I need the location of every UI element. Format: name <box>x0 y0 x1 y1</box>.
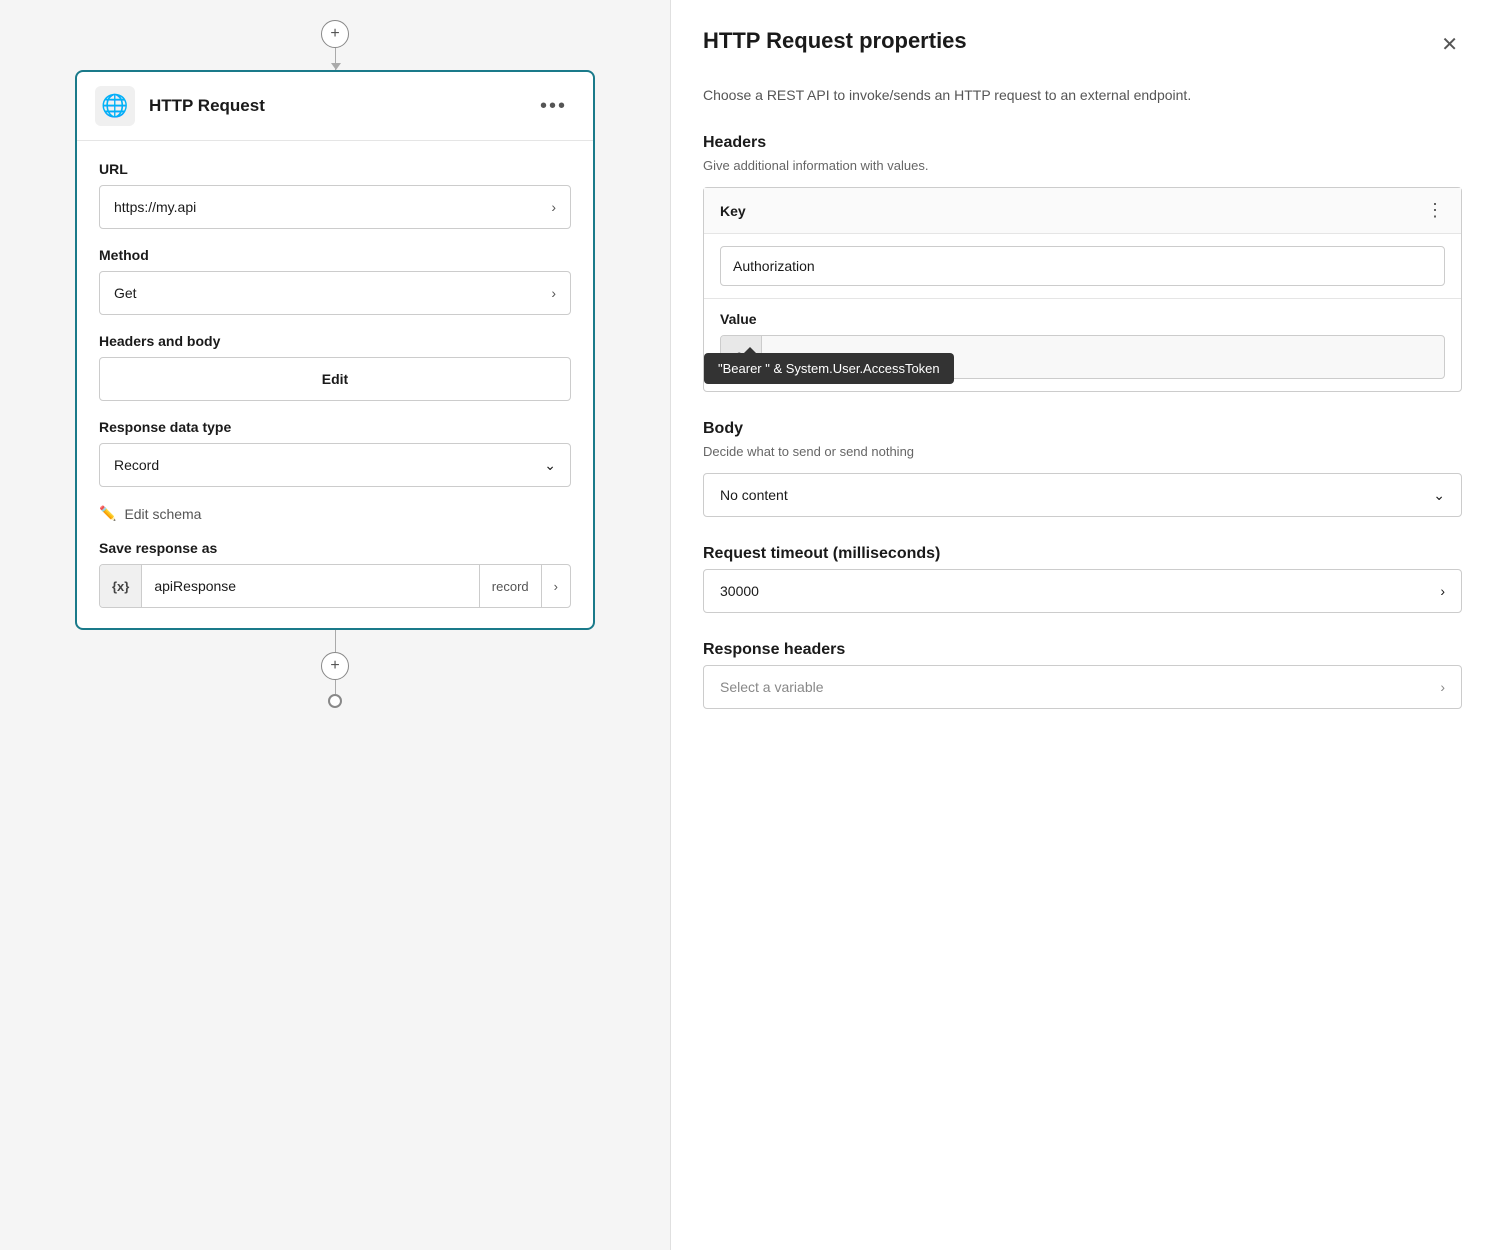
card-title: HTTP Request <box>149 96 518 116</box>
response-headers-section: Response headers Select a variable › <box>703 641 1462 709</box>
headers-table: Key ⋮ Value fx "Bearer " & System.User.A… <box>703 187 1462 392</box>
edit-schema-link[interactable]: ✏️ Edit schema <box>99 505 571 522</box>
save-response-group: Save response as {x} apiResponse record … <box>99 540 571 608</box>
timeout-chevron-icon: › <box>1440 583 1445 599</box>
panel-title: HTTP Request properties <box>703 28 967 54</box>
response-type-value: Record <box>114 457 159 473</box>
fx-tooltip: "Bearer " & System.User.AccessToken <box>704 353 954 384</box>
end-circle <box>328 694 342 708</box>
edit-schema-label: Edit schema <box>124 506 201 522</box>
headers-section-desc: Give additional information with values. <box>703 158 1462 173</box>
body-section: Body Decide what to send or send nothing… <box>703 420 1462 517</box>
url-value: https://my.api <box>114 199 196 215</box>
save-response-label: Save response as <box>99 540 571 556</box>
add-top-button[interactable]: + <box>321 20 349 48</box>
timeout-value: 30000 <box>720 583 759 599</box>
more-options-button[interactable]: ••• <box>532 91 575 122</box>
save-response-type: record <box>479 565 541 607</box>
value-section: Value fx "Bearer " & System.User.Ac... "… <box>704 299 1461 391</box>
timeout-section-title: Request timeout (milliseconds) <box>703 545 1462 563</box>
headers-section: Headers Give additional information with… <box>703 134 1462 392</box>
panel-header: HTTP Request properties ✕ <box>703 28 1462 61</box>
variable-placeholder: Select a variable <box>720 679 824 695</box>
response-type-select[interactable]: Record ⌄ <box>99 443 571 487</box>
method-value: Get <box>114 285 137 301</box>
headers-body-label: Headers and body <box>99 333 571 349</box>
timeout-section: Request timeout (milliseconds) 30000 › <box>703 545 1462 613</box>
header-options-button[interactable]: ⋮ <box>1426 200 1445 221</box>
headers-body-group: Headers and body Edit <box>99 333 571 401</box>
save-response-input[interactable]: {x} apiResponse record › <box>99 564 571 608</box>
url-input[interactable]: https://my.api › <box>99 185 571 229</box>
edit-button[interactable]: Edit <box>99 357 571 401</box>
add-bottom-button[interactable]: + <box>321 652 349 680</box>
method-label: Method <box>99 247 571 263</box>
response-type-group: Response data type Record ⌄ <box>99 419 571 487</box>
connector-bottom: + <box>321 630 349 708</box>
save-response-chevron-icon: › <box>541 565 570 607</box>
body-chevron-icon: ⌄ <box>1433 487 1445 504</box>
body-value: No content <box>720 487 788 503</box>
save-response-name: apiResponse <box>142 578 478 594</box>
body-section-title: Body <box>703 420 1462 438</box>
left-panel: + 🌐 HTTP Request ••• URL https://my.api … <box>0 0 670 1250</box>
url-chevron-icon: › <box>551 199 556 215</box>
save-response-tag: {x} <box>100 565 142 607</box>
response-type-label: Response data type <box>99 419 571 435</box>
url-label: URL <box>99 161 571 177</box>
variable-chevron-icon: › <box>1440 679 1445 695</box>
pencil-icon: ✏️ <box>99 505 116 522</box>
timeout-input[interactable]: 30000 › <box>703 569 1462 613</box>
http-icon: 🌐 <box>95 86 135 126</box>
value-label: Value <box>720 311 1445 327</box>
key-column-label: Key <box>720 203 1426 219</box>
response-headers-input[interactable]: Select a variable › <box>703 665 1462 709</box>
key-input[interactable] <box>720 246 1445 286</box>
arrow-connector <box>335 48 336 70</box>
bottom-line <box>335 630 336 652</box>
method-input[interactable]: Get › <box>99 271 571 315</box>
headers-section-title: Headers <box>703 134 1462 152</box>
response-type-chevron-icon: ⌄ <box>544 457 556 474</box>
close-button[interactable]: ✕ <box>1437 28 1462 61</box>
method-group: Method Get › <box>99 247 571 315</box>
bottom-line-2 <box>335 680 336 694</box>
url-group: URL https://my.api › <box>99 161 571 229</box>
http-request-card: 🌐 HTTP Request ••• URL https://my.api › … <box>75 70 595 630</box>
card-header: 🌐 HTTP Request ••• <box>77 72 593 141</box>
response-headers-title: Response headers <box>703 641 1462 659</box>
card-body: URL https://my.api › Method Get › Header… <box>77 141 593 628</box>
key-input-row <box>704 234 1461 299</box>
panel-description: Choose a REST API to invoke/sends an HTT… <box>703 85 1462 106</box>
method-chevron-icon: › <box>551 285 556 301</box>
connector-top: + <box>321 20 349 70</box>
headers-table-header: Key ⋮ <box>704 188 1461 234</box>
body-dropdown[interactable]: No content ⌄ <box>703 473 1462 517</box>
body-section-desc: Decide what to send or send nothing <box>703 444 1462 459</box>
right-panel: HTTP Request properties ✕ Choose a REST … <box>670 0 1494 1250</box>
